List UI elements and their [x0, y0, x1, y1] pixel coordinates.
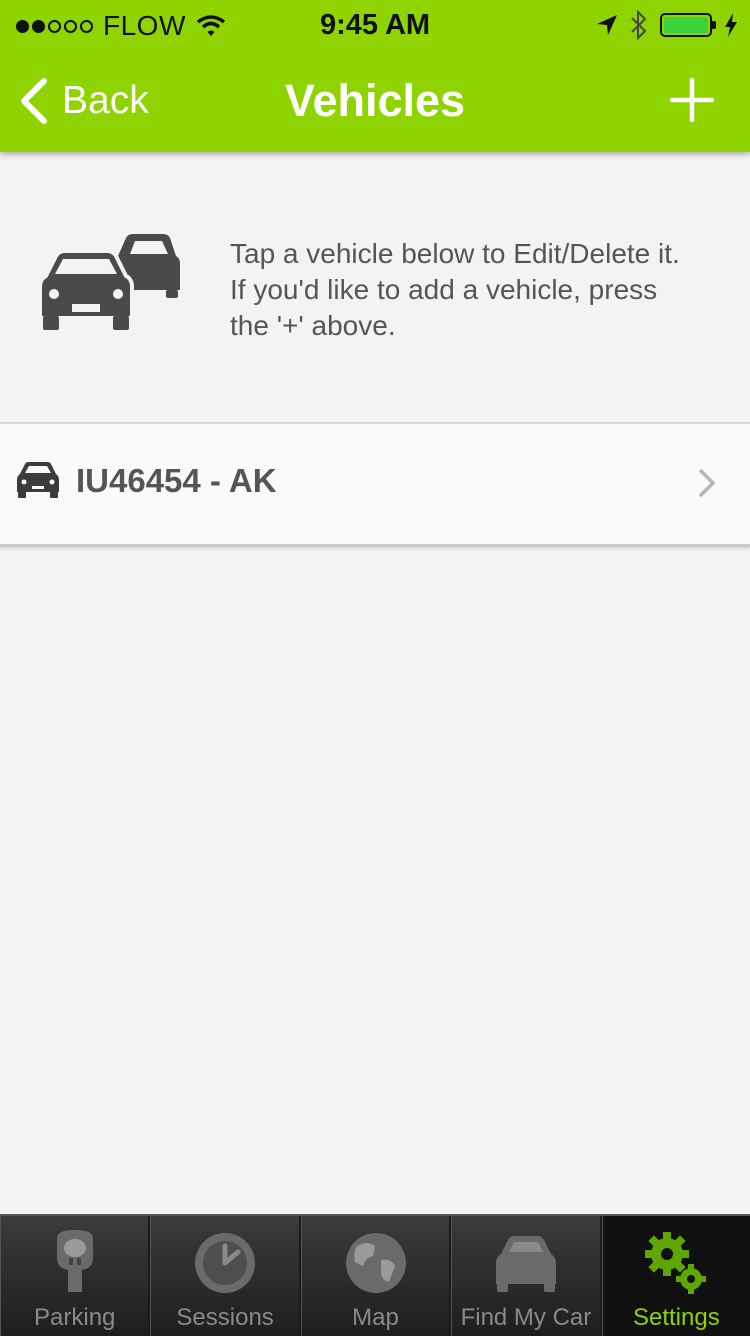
instructions-line-1: Tap a vehicle below to Edit/Delete it. — [230, 238, 680, 269]
tab-parking-label: Parking — [34, 1304, 116, 1331]
car-icon — [17, 462, 59, 498]
tab-settings-label: Settings — [632, 1304, 720, 1331]
bluetooth-icon — [631, 10, 647, 40]
vehicle-list-item[interactable]: IU46454 - AK — [0, 422, 750, 547]
gears-icon — [645, 1232, 707, 1294]
cars-icon — [38, 234, 180, 330]
charging-bolt-icon — [725, 13, 737, 37]
status-bar: FLOW 9:45 AM — [0, 0, 750, 50]
instructions-panel: Tap a vehicle below to Edit/Delete it. I… — [0, 152, 750, 422]
instructions-text: Tap a vehicle below to Edit/Delete it. I… — [230, 236, 730, 344]
tab-map-label: Map — [352, 1304, 399, 1331]
page-title: Vehicles — [284, 75, 466, 126]
tab-sessions-label: Sessions — [176, 1304, 274, 1331]
car-icon — [495, 1236, 556, 1292]
location-arrow-icon — [597, 15, 617, 35]
tab-map[interactable]: Map — [300, 1216, 452, 1336]
tab-find-my-car[interactable]: Find My Car — [451, 1216, 602, 1336]
navigation-bar: Back Vehicles — [0, 50, 750, 152]
tab-sessions[interactable]: Sessions — [150, 1216, 301, 1336]
vehicle-plate-label: IU46454 - AK — [76, 462, 277, 499]
instructions-line-3: the '+' above. — [230, 310, 396, 341]
battery-icon — [660, 13, 716, 37]
globe-icon — [345, 1233, 406, 1293]
tab-find-my-car-label: Find My Car — [460, 1304, 592, 1331]
tab-parking[interactable]: Parking — [0, 1216, 151, 1336]
tab-settings[interactable]: Settings — [601, 1216, 750, 1336]
chevron-right-icon — [699, 469, 716, 497]
parking-meter-icon — [56, 1230, 93, 1292]
clock-icon — [195, 1233, 256, 1293]
add-vehicle-button[interactable] — [670, 78, 714, 122]
top-bar: FLOW 9:45 AM Back Vehicles — [0, 0, 750, 152]
instructions-line-2: If you'd like to add a vehicle, press — [230, 274, 658, 305]
tab-bar: Parking Sessions Map Find My Car Setting… — [0, 1214, 750, 1336]
